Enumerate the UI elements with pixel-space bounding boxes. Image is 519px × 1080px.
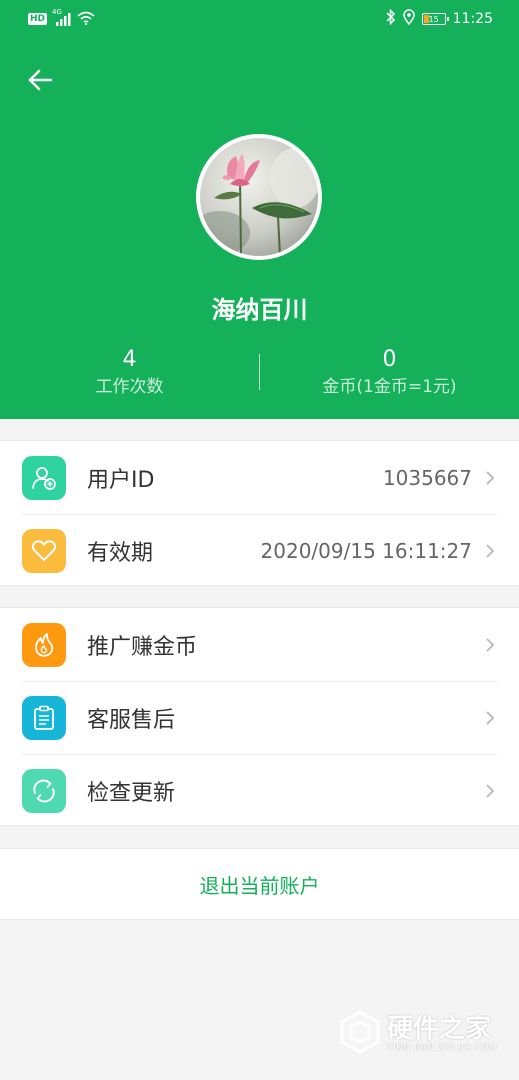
bluetooth-icon <box>386 8 396 29</box>
signal-icon: 4G <box>52 8 72 26</box>
chevron-right-icon <box>483 468 497 488</box>
hd-badge: HD <box>28 13 48 25</box>
check-update-row[interactable]: 检查更新 <box>0 754 519 827</box>
user-id-value: 1035667 <box>382 465 472 490</box>
battery-icon: 15 <box>421 13 449 25</box>
user-id-label: 用户ID <box>87 467 155 493</box>
customer-service-label: 客服售后 <box>87 707 176 733</box>
service-section: 推广赚金币 客服售后 检查更新 <box>0 607 519 826</box>
user-add-icon <box>22 456 66 500</box>
account-section: 用户ID 1035667 有效期 2020/09/15 16:11:27 <box>0 440 519 586</box>
back-button[interactable] <box>22 62 58 98</box>
work-count-label: 工作次数 <box>95 377 164 397</box>
username: 海纳百川 <box>211 296 308 324</box>
promote-label: 推广赚金币 <box>87 634 198 660</box>
battery-level: 15 <box>428 14 439 24</box>
refresh-icon <box>22 769 66 813</box>
watermark-title: 硬件之家 <box>386 1014 491 1044</box>
fire-icon <box>22 623 66 667</box>
profile-header: HD 4G 15 11:25 海纳百川 4 工作次数 0 金币(1金币=1元) <box>0 0 519 419</box>
arrow-left-icon <box>28 69 53 91</box>
promote-row[interactable]: 推广赚金币 <box>0 608 519 681</box>
chevron-right-icon <box>483 781 497 801</box>
heart-icon <box>22 529 66 573</box>
expiry-label: 有效期 <box>87 540 154 566</box>
clipboard-icon <box>22 696 66 740</box>
coins-value: 0 <box>382 347 397 372</box>
chevron-right-icon <box>483 541 497 561</box>
status-time: 11:25 <box>452 11 493 27</box>
status-left: HD 4G <box>28 8 95 29</box>
logout-section: 退出当前账户 <box>0 848 519 920</box>
chevron-right-icon <box>483 708 497 728</box>
location-icon <box>402 9 415 29</box>
work-count-value: 4 <box>122 347 137 372</box>
watermark-logo-icon <box>339 1010 381 1058</box>
chevron-right-icon <box>483 635 497 655</box>
profile-page: HD 4G 15 11:25 海纳百川 4 工作次数 0 金币(1金币=1元) … <box>0 0 519 1080</box>
watermark-subtitle: YING JIAN ZHI JIA.COM <box>386 1043 497 1053</box>
check-update-label: 检查更新 <box>87 780 176 806</box>
expiry-value: 2020/09/15 16:11:27 <box>260 538 472 563</box>
watermark: 硬件之家 YING JIAN ZHI JIA.COM <box>339 1010 497 1058</box>
user-id-row[interactable]: 用户ID 1035667 <box>0 441 519 514</box>
coins-stat[interactable]: 0 金币(1金币=1元) <box>260 346 519 400</box>
coins-label: 金币(1金币=1元) <box>322 377 457 397</box>
network-type-label: 4G <box>52 8 62 16</box>
status-right: 15 11:25 <box>386 8 493 29</box>
work-count-stat[interactable]: 4 工作次数 <box>0 346 259 400</box>
avatar-image <box>200 138 318 256</box>
logout-button[interactable]: 退出当前账户 <box>0 849 519 919</box>
expiry-row[interactable]: 有效期 2020/09/15 16:11:27 <box>0 514 519 587</box>
watermark-text: 硬件之家 YING JIAN ZHI JIA.COM <box>387 1015 497 1053</box>
customer-service-row[interactable]: 客服售后 <box>0 681 519 754</box>
wifi-icon <box>77 10 95 29</box>
avatar[interactable] <box>196 134 322 260</box>
status-bar: HD 4G 15 11:25 <box>0 0 519 38</box>
